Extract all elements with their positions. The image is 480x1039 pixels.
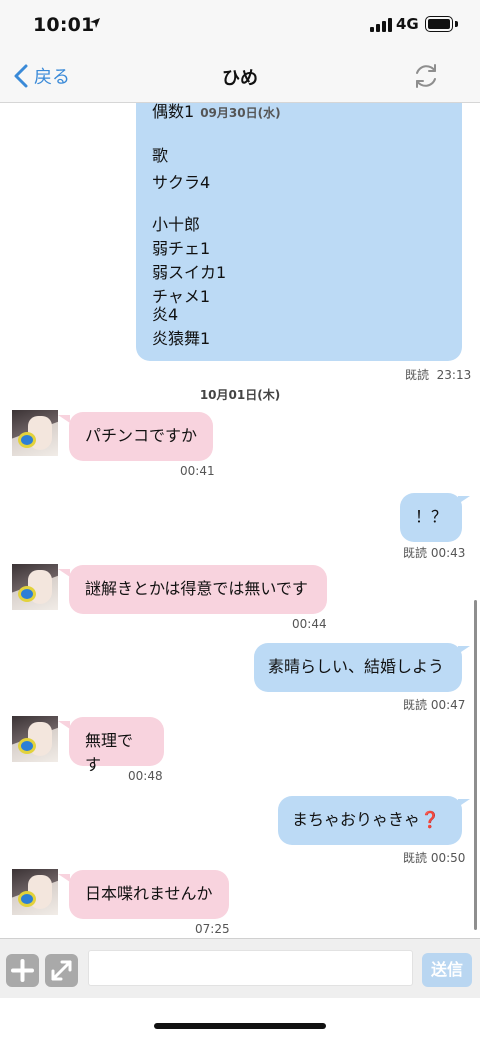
chat-area[interactable]: 偶数1 09月30日(水) 歌 サクラ4 小十郎 弱チェ1 弱スイカ1 チャメ1 … (0, 103, 480, 938)
message-line: 小十郎 (152, 215, 201, 234)
home-area (0, 998, 480, 1039)
avatar[interactable] (12, 869, 58, 915)
message-time: 07:25 (195, 922, 230, 936)
plus-icon (11, 959, 34, 982)
nav-bar: 戻る ひめ (0, 50, 480, 103)
home-indicator[interactable] (154, 1023, 326, 1029)
message-time: 00:41 (180, 464, 215, 478)
signal-strength-icon (370, 18, 392, 32)
question-emoji-icon: ❓ (420, 810, 440, 829)
bubble-tail (458, 646, 470, 654)
bubble-tail (58, 415, 70, 423)
expand-icon (51, 960, 72, 981)
message-line: 偶数1 (152, 103, 195, 121)
input-bar: 送信 (0, 938, 480, 998)
message-line: 炎猿舞1 (152, 329, 211, 348)
message-bubble-outgoing: まちゃおりゃきゃ❓ (278, 796, 462, 845)
plus-button[interactable] (6, 954, 39, 987)
message-text: まちゃおりゃきゃ (292, 810, 421, 829)
scrollbar[interactable] (474, 600, 477, 930)
location-arrow-icon (90, 18, 100, 28)
message-bubble-outgoing: 素晴らしい、結婚しよう (254, 643, 462, 692)
bubble-tail (458, 496, 470, 504)
battery-fill (427, 18, 451, 30)
read-status: 既読 00:47 (403, 698, 466, 712)
battery-icon (425, 16, 453, 32)
message-bubble-incoming: 無理です (69, 717, 164, 774)
status-time: 10:01 (33, 14, 95, 36)
message-line: 炎4 (152, 305, 179, 324)
message-line: 弱スイカ1 (152, 263, 227, 282)
send-button[interactable]: 送信 (422, 953, 472, 987)
refresh-icon[interactable] (410, 60, 442, 92)
message-line: 歌 (152, 146, 169, 165)
message-input[interactable] (88, 950, 413, 986)
status-bar: 10:01 4G (0, 0, 480, 50)
message-time: 00:48 (128, 769, 163, 783)
message-bubble-incoming: 日本喋れませんか (69, 870, 229, 919)
avatar[interactable] (12, 716, 58, 762)
bubble-tail (458, 799, 470, 807)
message-bubble-incoming: 謎解きとかは得意では無いです (69, 565, 327, 614)
avatar[interactable] (12, 564, 58, 610)
network-type: 4G (396, 15, 419, 33)
message-time: 00:44 (292, 617, 327, 631)
expand-button[interactable] (45, 954, 78, 987)
read-status: 既読 00:43 (403, 546, 466, 560)
inline-date: 09月30日(水) (200, 106, 281, 120)
chat-title: ひめ (222, 68, 258, 89)
avatar[interactable] (12, 410, 58, 456)
read-status: 既読 23:13 (405, 368, 472, 382)
message-line: サクラ4 (152, 173, 211, 192)
message-bubble-outgoing: 偶数1 09月30日(水) 歌 サクラ4 小十郎 弱チェ1 弱スイカ1 チャメ1 … (136, 103, 462, 361)
date-separator: 10月01日(木) (199, 388, 281, 402)
message-bubble-outgoing: ！？ (400, 493, 462, 542)
message-line: 弱チェ1 (152, 239, 211, 258)
battery-tip (455, 21, 458, 27)
message-bubble-incoming: パチンコですか (69, 412, 213, 461)
read-status: 既読 00:50 (403, 851, 466, 865)
